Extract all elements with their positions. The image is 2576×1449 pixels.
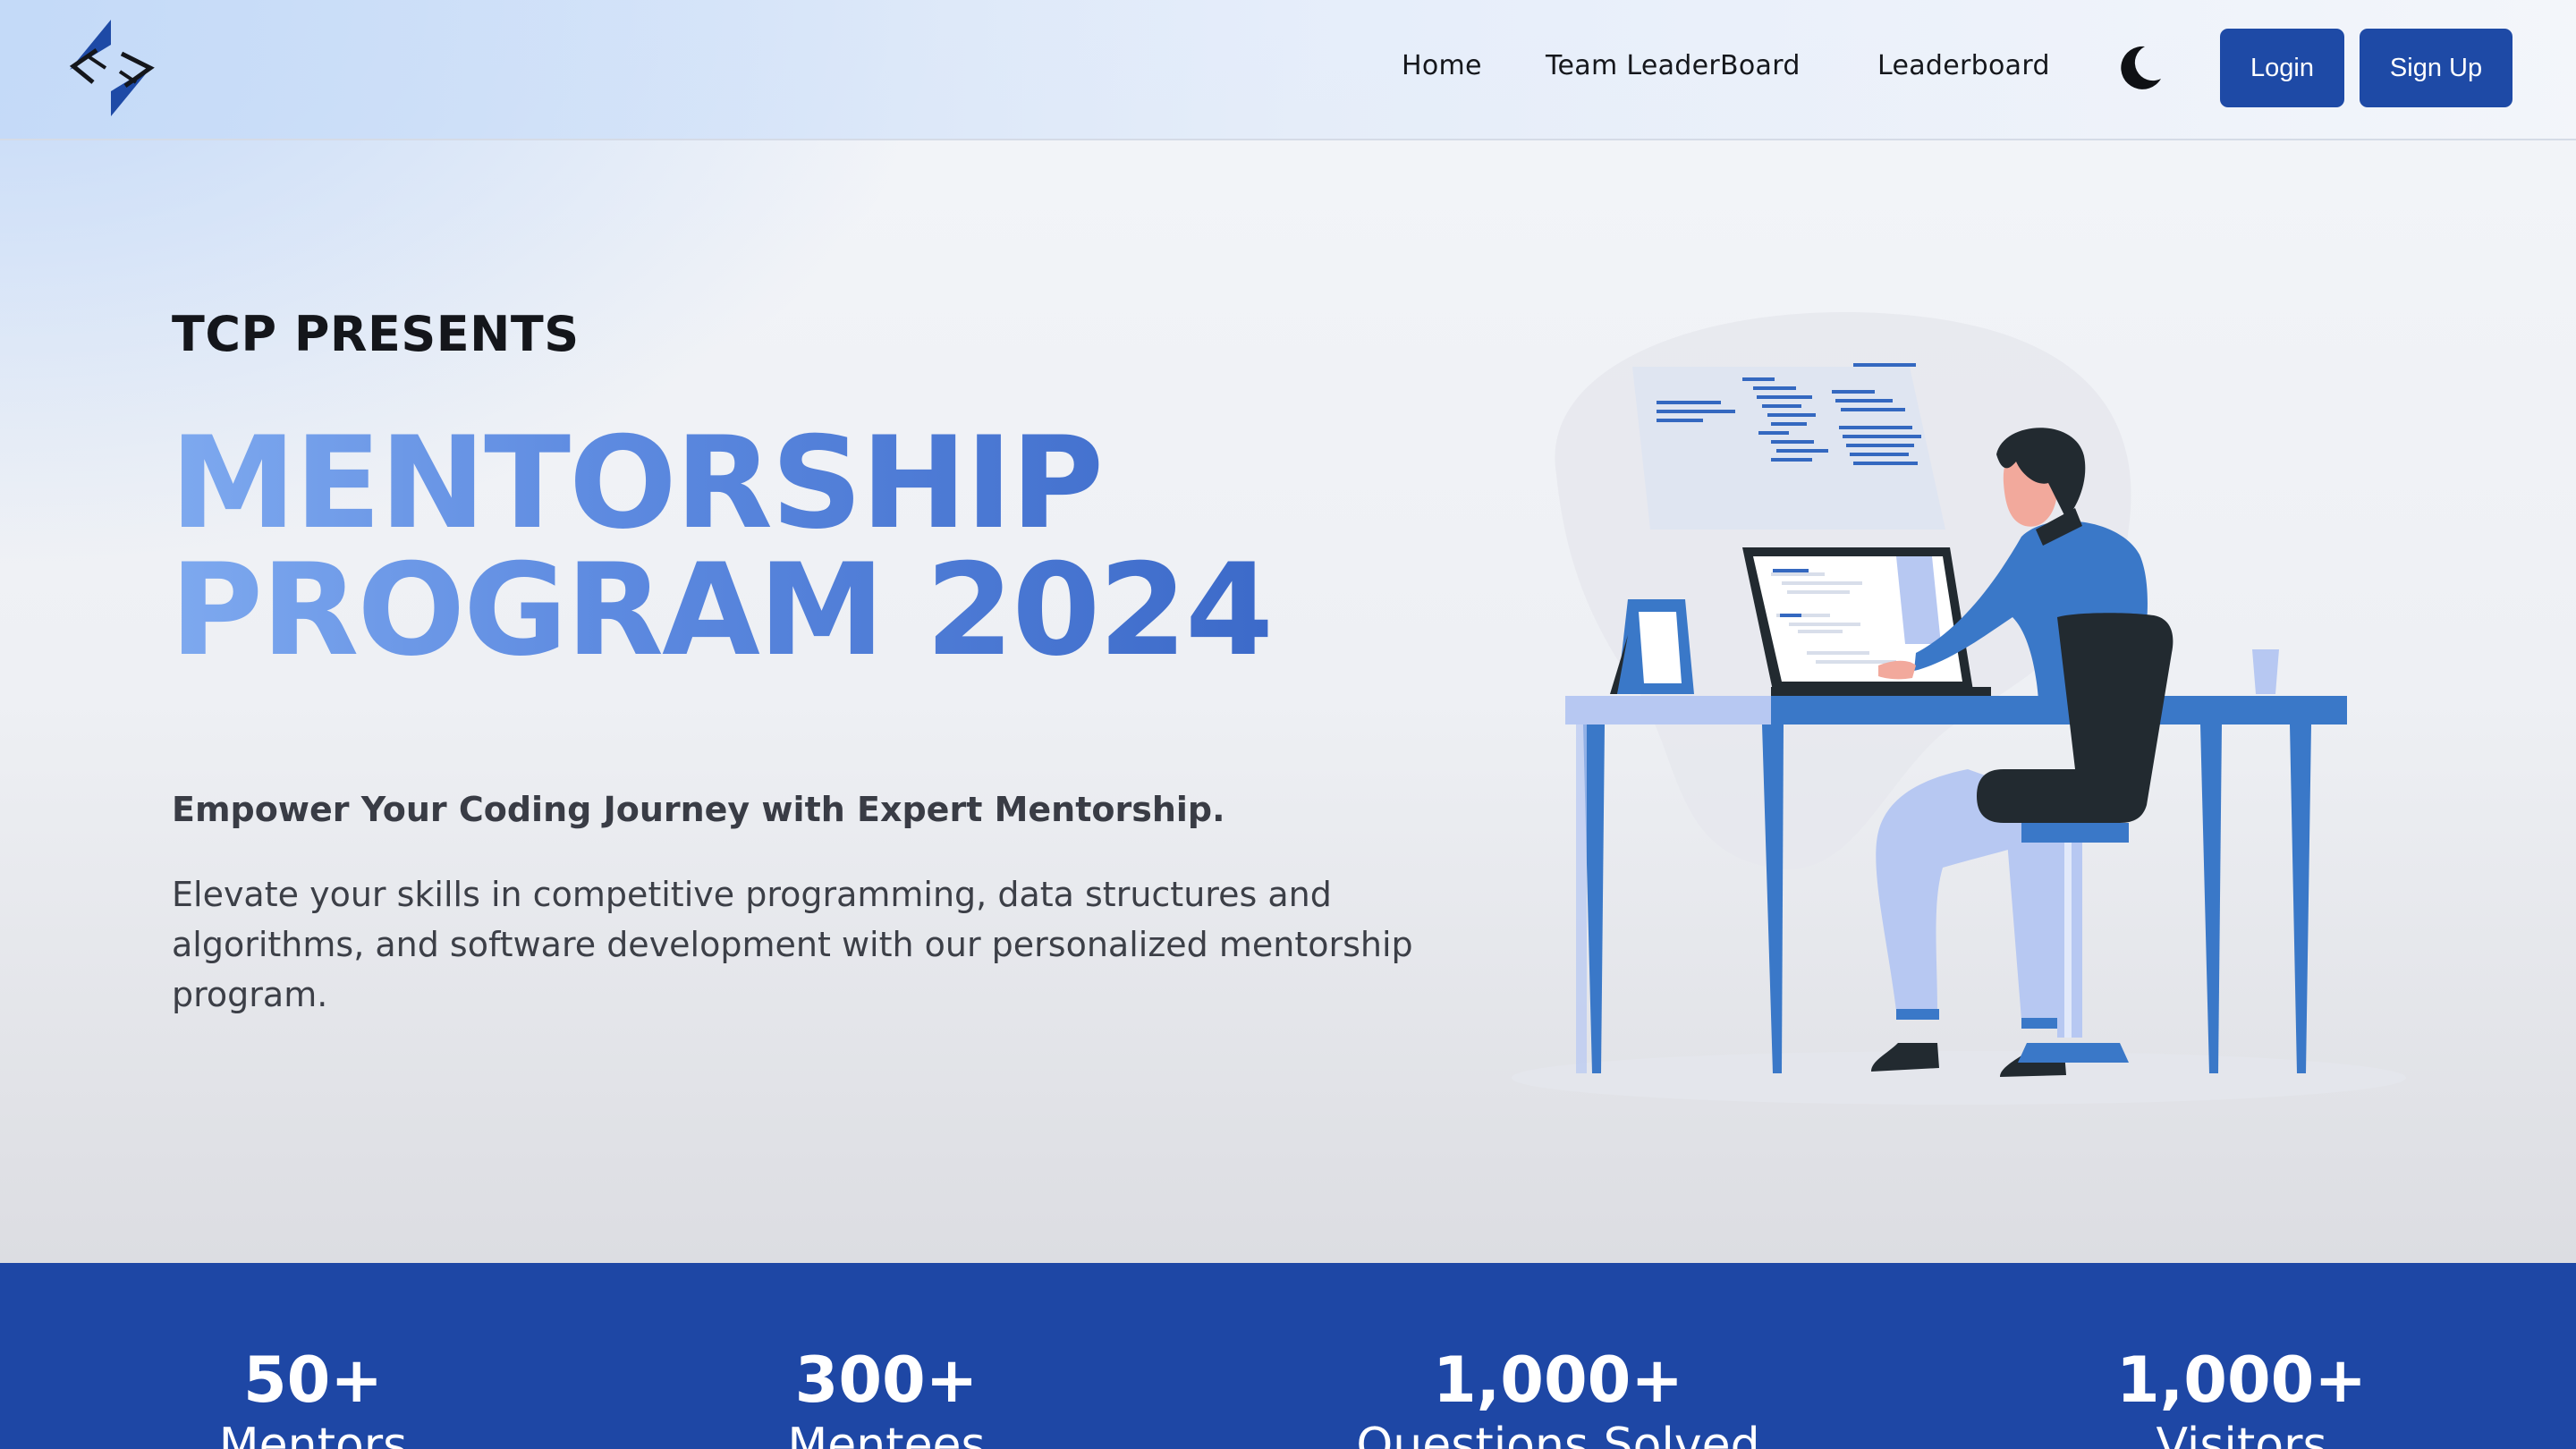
stat-value: 1,000+ — [2115, 1343, 2368, 1417]
stats-band: 50+ Mentors 300+ Mentees 1,000+ Question… — [0, 1263, 2576, 1449]
hero-title-line-2: PROGRAM 2024 — [170, 537, 1272, 684]
hero-title-line-1: MENTORSHIP — [170, 410, 1103, 557]
stat-label: Questions Solved — [1356, 1419, 1760, 1449]
stat-label: Mentees — [787, 1419, 986, 1449]
stat-label: Mentors — [218, 1419, 408, 1449]
hero-description: Elevate your skills in competitive progr… — [172, 875, 1413, 1014]
hero-subheading: Empower Your Coding Journey with Expert … — [172, 790, 1225, 829]
sign-up-button[interactable]: Sign Up — [2360, 29, 2512, 107]
stat-mentors: 50+ Mentors — [45, 1263, 581, 1449]
tcp-logo-icon[interactable] — [66, 16, 159, 120]
stat-questions-solved: 1,000+ Questions Solved — [1290, 1263, 1826, 1449]
stat-visitors: 1,000+ Visitors — [1973, 1263, 2510, 1449]
nav-link-home[interactable]: Home — [1402, 50, 1482, 81]
nav-link-leaderboard[interactable]: Leaderboard — [1877, 50, 2050, 81]
hero-title: MENTORSHIP PROGRAM 2024 — [170, 420, 1272, 674]
stat-value: 300+ — [794, 1343, 979, 1417]
hero-kicker: TCP PRESENTS — [172, 306, 580, 362]
stat-mentees: 300+ Mentees — [618, 1263, 1155, 1449]
navbar: Home Team LeaderBoard Leaderboard Login … — [0, 0, 2576, 140]
moon-icon[interactable] — [2116, 43, 2165, 91]
stat-value: 1,000+ — [1432, 1343, 1684, 1417]
stat-value: 50+ — [242, 1343, 384, 1417]
developer-at-desk-illustration — [1512, 312, 2406, 1105]
login-button[interactable]: Login — [2220, 29, 2344, 107]
stat-label: Visitors — [2156, 1419, 2327, 1449]
nav-link-team-leaderboard[interactable]: Team LeaderBoard — [1546, 50, 1801, 81]
